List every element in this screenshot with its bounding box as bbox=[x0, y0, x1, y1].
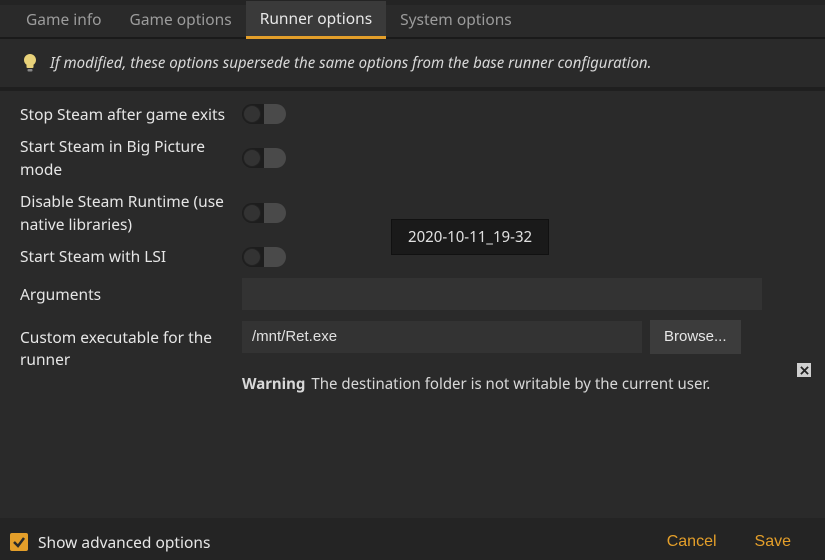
footer-bar: Show advanced options Cancel Save bbox=[0, 518, 825, 560]
tabs-bar: Game info Game options Runner options Sy… bbox=[0, 5, 825, 39]
toggle-big-picture[interactable] bbox=[242, 148, 286, 168]
label-big-picture: Start Steam in Big Picture mode bbox=[20, 135, 242, 180]
row-big-picture: Start Steam in Big Picture mode bbox=[20, 135, 805, 180]
lightbulb-icon bbox=[22, 55, 38, 71]
warning-text: The destination folder is not writable b… bbox=[311, 374, 710, 394]
row-custom-exec: Custom executable for the runner Browse.… bbox=[20, 320, 805, 394]
label-stop-steam: Stop Steam after game exits bbox=[20, 103, 242, 125]
toggle-disable-runtime[interactable] bbox=[242, 203, 286, 223]
options-panel: Stop Steam after game exits Start Steam … bbox=[0, 91, 825, 404]
tab-game-info[interactable]: Game info bbox=[12, 2, 116, 37]
label-arguments: Arguments bbox=[20, 283, 242, 305]
close-icon[interactable] bbox=[797, 363, 811, 377]
label-custom-exec: Custom executable for the runner bbox=[20, 320, 242, 371]
tab-runner-options[interactable]: Runner options bbox=[246, 1, 386, 39]
tab-system-options[interactable]: System options bbox=[386, 2, 526, 37]
toggle-stop-steam[interactable] bbox=[242, 104, 286, 124]
save-button[interactable]: Save bbox=[741, 527, 805, 557]
arguments-input[interactable] bbox=[242, 278, 762, 310]
cancel-button[interactable]: Cancel bbox=[653, 527, 731, 557]
hover-tooltip: 2020-10-11_19-32 bbox=[391, 219, 549, 255]
show-advanced-label: Show advanced options bbox=[38, 531, 210, 553]
warning-message: Warning The destination folder is not wr… bbox=[242, 374, 805, 394]
label-start-lsi: Start Steam with LSI bbox=[20, 245, 242, 267]
row-arguments: Arguments bbox=[20, 278, 805, 310]
custom-exec-path-input[interactable] bbox=[242, 321, 642, 353]
info-banner-text: If modified, these options supersede the… bbox=[50, 53, 651, 73]
browse-button[interactable]: Browse... bbox=[650, 320, 741, 354]
label-disable-runtime: Disable Steam Runtime (use native librar… bbox=[20, 190, 242, 235]
row-stop-steam: Stop Steam after game exits bbox=[20, 103, 805, 125]
toggle-start-lsi[interactable] bbox=[242, 247, 286, 267]
show-advanced-checkbox[interactable] bbox=[10, 533, 28, 551]
info-banner: If modified, these options supersede the… bbox=[0, 39, 825, 91]
warning-label: Warning bbox=[242, 374, 305, 394]
tab-game-options[interactable]: Game options bbox=[116, 2, 246, 37]
